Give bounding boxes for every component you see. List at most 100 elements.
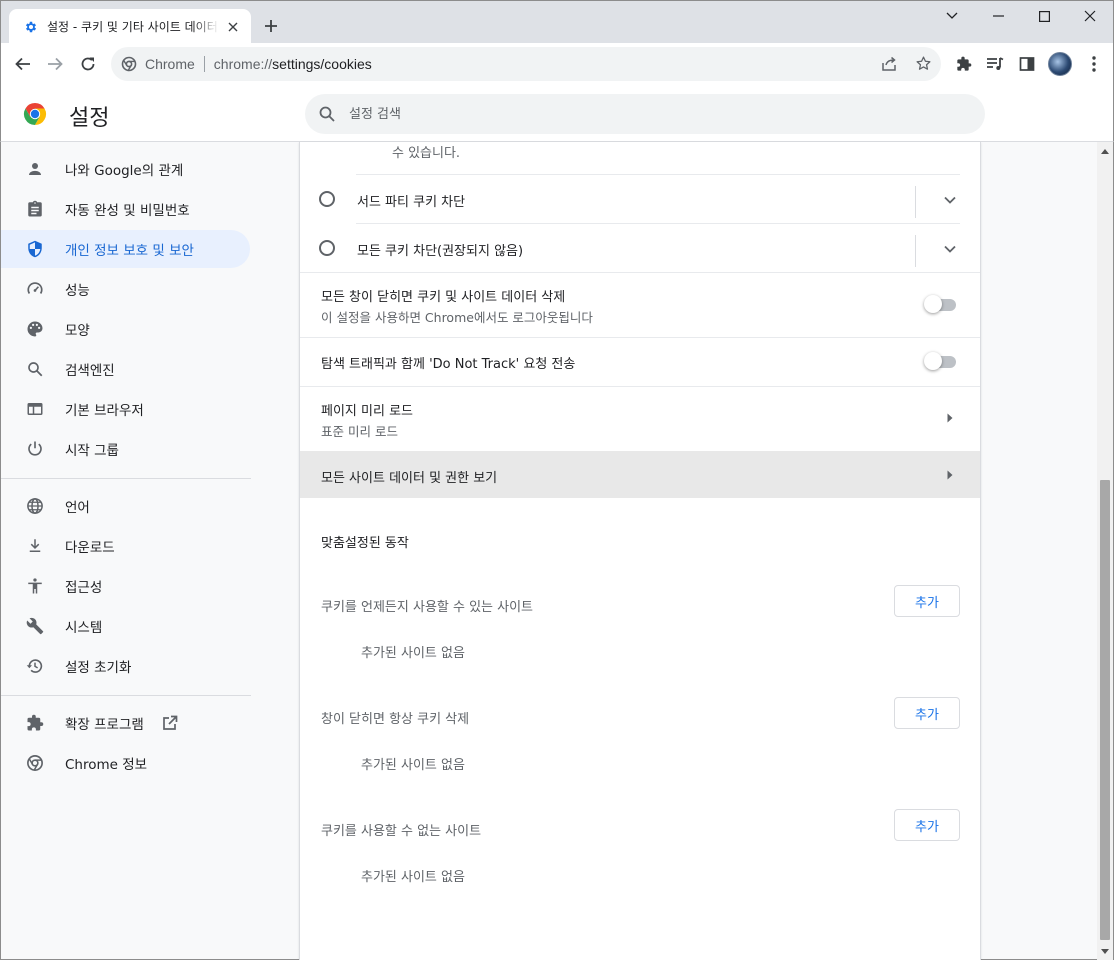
browser-icon: [25, 399, 45, 419]
scroll-thumb[interactable]: [1100, 480, 1110, 940]
chevron-down-icon[interactable]: [936, 188, 964, 212]
preload-row[interactable]: 페이지 미리 로드 표준 미리 로드: [300, 386, 980, 451]
radio-block-third-party[interactable]: 서드 파티 쿠키 차단: [300, 174, 980, 223]
sidebar-item-label: 시작 그룹: [65, 443, 119, 459]
person-icon: [25, 159, 45, 179]
row-sublabel: 이 설정을 사용하면 Chrome에서도 로그아웃됩니다: [321, 310, 593, 325]
sidebar-item-label: 설정 초기화: [65, 660, 132, 676]
sidebar-item-label: 다운로드: [65, 540, 115, 556]
tab-settings[interactable]: 설정 - 쿠키 및 기타 사이트 데이터: [9, 9, 251, 44]
vertical-divider: [915, 235, 916, 267]
add-blocked-site-button[interactable]: 추가: [894, 809, 960, 841]
more-menu-icon[interactable]: [1080, 50, 1108, 78]
sidebar-item-about-chrome[interactable]: Chrome 정보: [1, 744, 250, 782]
scroll-down-arrow-icon[interactable]: [1097, 946, 1113, 956]
palette-icon: [25, 319, 45, 339]
row-sublabel: 표준 미리 로드: [321, 424, 398, 439]
chrome-logo-icon: [23, 102, 47, 126]
empty-list-text: 추가된 사이트 없음: [361, 870, 465, 885]
radio-button[interactable]: [319, 240, 335, 256]
back-icon[interactable]: [9, 50, 37, 78]
sidebar-item-label: 개인 정보 보호 및 보안: [65, 243, 194, 259]
add-allowed-site-button[interactable]: 추가: [894, 585, 960, 617]
profile-avatar[interactable]: [1048, 52, 1072, 76]
gear-icon: [23, 19, 39, 35]
chevron-down-icon[interactable]: [936, 237, 964, 261]
sidebar-item-downloads[interactable]: 다운로드: [1, 527, 250, 565]
download-icon: [25, 536, 45, 556]
sidebar-item-autofill[interactable]: 자동 완성 및 비밀번호: [1, 190, 250, 228]
url-text[interactable]: chrome://settings/cookies: [214, 56, 372, 72]
reload-icon[interactable]: [74, 50, 102, 78]
sidebar-item-performance[interactable]: 성능: [1, 270, 250, 308]
add-clear-on-exit-site-button[interactable]: 추가: [894, 697, 960, 729]
sidebar-item-accessibility[interactable]: 접근성: [1, 567, 250, 605]
address-bar[interactable]: Chrome chrome://settings/cookies: [111, 47, 941, 81]
sidebar-item-label: 언어: [65, 500, 90, 516]
accessibility-icon: [25, 576, 45, 596]
wrench-icon: [25, 616, 45, 636]
clear-on-exit-toggle[interactable]: [924, 295, 958, 313]
search-icon: [319, 106, 335, 122]
do-not-track-toggle[interactable]: [924, 352, 958, 370]
radio-button[interactable]: [319, 191, 335, 207]
sidebar-item-privacy-security[interactable]: 개인 정보 보호 및 보안: [1, 230, 250, 268]
maximize-icon[interactable]: [1021, 1, 1067, 31]
chrome-site-icon[interactable]: [121, 56, 137, 72]
sidebar-item-label: 나와 Google의 관계: [65, 163, 184, 179]
close-tab-icon[interactable]: [225, 19, 241, 35]
sidebar-item-on-startup[interactable]: 시작 그룹: [1, 430, 250, 468]
sidebar-item-default-browser[interactable]: 기본 브라우저: [1, 390, 250, 428]
chrome-icon: [25, 753, 45, 773]
arrow-right-icon: [940, 408, 960, 428]
puzzle-icon: [25, 713, 45, 733]
minimize-icon[interactable]: [975, 1, 1021, 31]
row-label: 페이지 미리 로드: [321, 404, 413, 419]
description-text: 수 있습니다.: [392, 146, 461, 161]
row-label: 모든 사이트 데이터 및 권한 보기: [321, 471, 498, 486]
settings-content: 나와 Google의 관계 자동 완성 및 비밀번호 개인 정보 보호 및 보안…: [0, 142, 1114, 960]
empty-list-text: 추가된 사이트 없음: [361, 646, 465, 661]
sidebar-item-reset[interactable]: 설정 초기화: [1, 647, 250, 685]
sidebar-item-label: 검색엔진: [65, 363, 115, 379]
search-icon: [25, 359, 45, 379]
forward-icon[interactable]: [41, 50, 69, 78]
sidebar-divider: [1, 478, 251, 479]
cookies-settings-card: 수 있습니다. 서드 파티 쿠키 차단 모든 쿠키 차단(권장되지 않음) 모든…: [299, 142, 981, 960]
sidebar-item-system[interactable]: 시스템: [1, 607, 250, 645]
sidebar-item-search-engine[interactable]: 검색엔진: [1, 350, 250, 388]
settings-search[interactable]: [305, 94, 985, 134]
open-in-new-icon: [162, 715, 178, 731]
sidebar-item-label: 모양: [65, 323, 90, 339]
globe-icon: [25, 496, 45, 516]
extensions-puzzle-icon[interactable]: [950, 50, 978, 78]
tab-search-icon[interactable]: [929, 1, 975, 31]
window-close-icon[interactable]: [1067, 1, 1113, 31]
allowed-sites-title: 쿠키를 언제든지 사용할 수 있는 사이트: [321, 600, 534, 615]
radio-block-all-cookies[interactable]: 모든 쿠키 차단(권장되지 않음): [300, 223, 980, 272]
page-scrollbar[interactable]: [1097, 142, 1113, 960]
section-title: 맞춤설정된 동작: [321, 536, 409, 551]
sidebar-item-you-and-google[interactable]: 나와 Google의 관계: [1, 150, 250, 188]
sidebar-item-languages[interactable]: 언어: [1, 487, 250, 525]
clear-on-exit-row[interactable]: 모든 창이 닫히면 쿠키 및 사이트 데이터 삭제 이 설정을 사용하면 Chr…: [300, 272, 980, 337]
all-site-data-row[interactable]: 모든 사이트 데이터 및 권한 보기: [300, 451, 980, 498]
sidebar-item-label: 시스템: [65, 620, 103, 636]
sidebar-item-appearance[interactable]: 모양: [1, 310, 250, 348]
empty-list-text: 추가된 사이트 없음: [361, 758, 465, 773]
sidebar-item-extensions[interactable]: 확장 프로그램: [1, 704, 250, 742]
do-not-track-row[interactable]: 탐색 트래픽과 함께 'Do Not Track' 요청 전송: [300, 337, 980, 386]
toolbar: Chrome chrome://settings/cookies: [0, 43, 1114, 85]
new-tab-button[interactable]: [259, 14, 283, 38]
radio-label: 모든 쿠키 차단(권장되지 않음): [357, 244, 524, 259]
side-panel-icon[interactable]: [1013, 50, 1041, 78]
bookmark-star-icon[interactable]: [915, 55, 932, 72]
search-input[interactable]: [349, 106, 949, 122]
arrow-right-icon: [940, 465, 960, 485]
row-label: 탐색 트래픽과 함께 'Do Not Track' 요청 전송: [321, 357, 576, 372]
row-label: 모든 창이 닫히면 쿠키 및 사이트 데이터 삭제: [321, 290, 566, 305]
media-queue-icon[interactable]: [981, 50, 1009, 78]
restore-icon: [25, 656, 45, 676]
scroll-up-arrow-icon[interactable]: [1097, 146, 1113, 156]
share-icon[interactable]: [881, 56, 898, 72]
